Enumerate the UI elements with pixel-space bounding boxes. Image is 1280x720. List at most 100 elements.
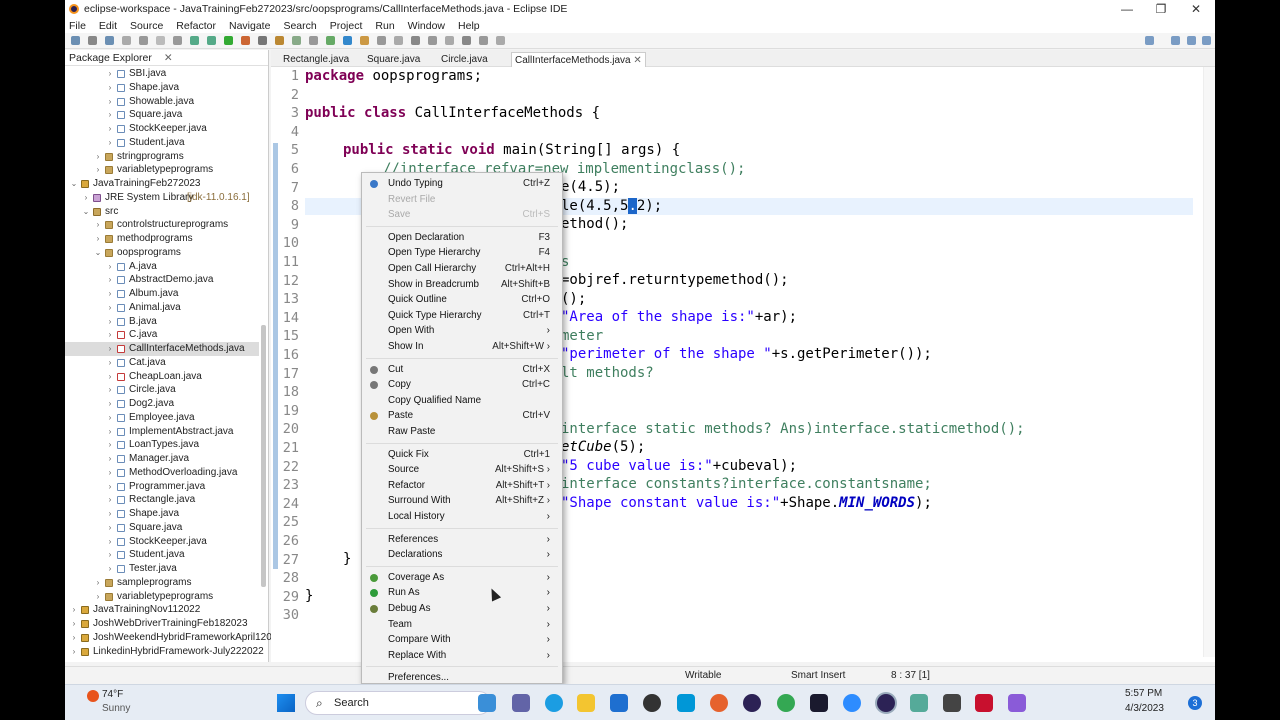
tree-item[interactable]: › Manager.java: [65, 452, 259, 466]
toolbar-button[interactable]: [224, 36, 233, 45]
toolbar-button[interactable]: [88, 36, 97, 45]
toolbar-button[interactable]: [292, 36, 301, 45]
clock-date[interactable]: 4/3/2023: [1125, 703, 1164, 714]
chevron-right-icon[interactable]: ›: [105, 452, 115, 466]
teams-icon[interactable]: [512, 694, 530, 712]
toolbar-button[interactable]: [122, 36, 131, 45]
toolbar-button[interactable]: [190, 36, 199, 45]
context-menu-item[interactable]: Copy Qualified Name: [362, 393, 562, 409]
toolbar-button[interactable]: [462, 36, 471, 45]
windows-start-icon[interactable]: [277, 694, 295, 712]
close-tab-icon[interactable]: ✕: [631, 55, 641, 66]
chevron-right-icon[interactable]: ›: [105, 67, 115, 81]
chevron-right-icon[interactable]: ›: [93, 232, 103, 246]
chevron-right-icon[interactable]: ›: [105, 562, 115, 576]
tree-item[interactable]: › Square.java: [65, 521, 259, 535]
tree-item[interactable]: › Square.java: [65, 108, 259, 122]
context-menu-item[interactable]: Quick Outline Ctrl+O: [362, 292, 562, 308]
eclipse-active-icon[interactable]: [877, 694, 895, 712]
chevron-right-icon[interactable]: ›: [105, 122, 115, 136]
menu-run[interactable]: Run: [375, 20, 394, 32]
toolbar-button[interactable]: [343, 36, 352, 45]
chevron-right-icon[interactable]: ›: [93, 150, 103, 164]
tree-item[interactable]: › JoshWeekendHybridFrameworkApril12023: [65, 631, 283, 645]
tree-item[interactable]: › LoanTypes.java: [65, 438, 259, 452]
context-menu-item[interactable]: Show In Alt+Shift+W ›: [362, 339, 562, 355]
chevron-down-icon[interactable]: ⌄: [93, 246, 103, 260]
chevron-right-icon[interactable]: ›: [69, 645, 79, 659]
firefox-icon[interactable]: [710, 694, 728, 712]
context-menu-item[interactable]: Refactor Alt+Shift+T ›: [362, 478, 562, 494]
toolbar-button[interactable]: [326, 36, 335, 45]
chevron-right-icon[interactable]: ›: [105, 480, 115, 494]
chevron-right-icon[interactable]: ›: [105, 287, 115, 301]
chevron-right-icon[interactable]: ›: [69, 631, 79, 645]
tree-item[interactable]: › Animal.java: [65, 301, 259, 315]
chevron-right-icon[interactable]: ›: [105, 507, 115, 521]
context-menu-item[interactable]: Cut Ctrl+X: [362, 362, 562, 378]
toolbar-button[interactable]: [445, 36, 454, 45]
chevron-right-icon[interactable]: ›: [105, 81, 115, 95]
context-menu-item[interactable]: Quick Type Hierarchy Ctrl+T: [362, 308, 562, 324]
context-menu-item[interactable]: Debug As ›: [362, 601, 562, 617]
store-icon[interactable]: [610, 694, 628, 712]
notification-badge[interactable]: 3: [1188, 696, 1202, 710]
tree-item[interactable]: › Shape.java: [65, 81, 259, 95]
context-menu-item[interactable]: Source Alt+Shift+S ›: [362, 462, 562, 478]
context-menu-item[interactable]: Open Declaration F3: [362, 230, 562, 246]
tree-item[interactable]: › Cat.java: [65, 356, 259, 370]
tree-item[interactable]: › variabletypeprograms: [65, 590, 259, 604]
tree-item[interactable]: › LinkedinHybridFramework-July222022: [65, 645, 264, 659]
chevron-right-icon[interactable]: ›: [105, 108, 115, 122]
dell-icon[interactable]: [643, 694, 661, 712]
context-menu-item[interactable]: Show in Breadcrumb Alt+Shift+B: [362, 277, 562, 293]
context-menu-item[interactable]: Surround With Alt+Shift+Z ›: [362, 493, 562, 509]
tree-item[interactable]: › methodprograms: [65, 232, 259, 246]
chevron-right-icon[interactable]: ›: [105, 521, 115, 535]
menu-help[interactable]: Help: [458, 20, 480, 32]
tree-item[interactable]: › CheapLoan.java: [65, 370, 259, 384]
toolbar-button[interactable]: [139, 36, 148, 45]
menu-navigate[interactable]: Navigate: [229, 20, 270, 32]
context-menu-item[interactable]: References ›: [362, 532, 562, 548]
chevron-right-icon[interactable]: ›: [105, 260, 115, 274]
tree-item[interactable]: › ImplementAbstract.java: [65, 425, 259, 439]
menu-project[interactable]: Project: [330, 20, 363, 32]
tree-item[interactable]: › Student.java: [65, 548, 259, 562]
context-menu-item[interactable]: Team ›: [362, 617, 562, 633]
chevron-right-icon[interactable]: ›: [105, 535, 115, 549]
editor-tab[interactable]: Rectangle.java: [283, 52, 349, 67]
menu-refactor[interactable]: Refactor: [176, 20, 216, 32]
toolbar-button[interactable]: [360, 36, 369, 45]
tree-item[interactable]: › C.java: [65, 328, 259, 342]
tree-item[interactable]: › Dog2.java: [65, 397, 259, 411]
tree-item[interactable]: › JoshWebDriverTrainingFeb182023: [65, 617, 259, 631]
tree-item[interactable]: ⌄ oopsprograms: [65, 246, 259, 260]
app-icon[interactable]: [677, 694, 695, 712]
maximize-button[interactable]: ❐: [1144, 0, 1178, 18]
toolbar-button[interactable]: [173, 36, 182, 45]
tree-item[interactable]: › B.java: [65, 315, 259, 329]
toolbar-button[interactable]: [275, 36, 284, 45]
package-explorer-title[interactable]: Package Explorer: [69, 52, 152, 64]
chevron-right-icon[interactable]: ›: [69, 603, 79, 617]
tree-item[interactable]: › Programmer.java: [65, 480, 259, 494]
chevron-right-icon[interactable]: ›: [93, 576, 103, 590]
java-perspective-icon[interactable]: [1187, 36, 1196, 45]
tree-item[interactable]: › StockKeeper.java: [65, 122, 259, 136]
weather-desc[interactable]: Sunny: [102, 703, 130, 714]
tree-item[interactable]: › Shape.java: [65, 507, 259, 521]
task-view-icon[interactable]: [478, 694, 496, 712]
chevron-right-icon[interactable]: ›: [93, 590, 103, 604]
debug-perspective-icon[interactable]: [1202, 36, 1211, 45]
tree-item[interactable]: › JavaTrainingNov112022: [65, 603, 259, 617]
context-menu-item[interactable]: Copy Ctrl+C: [362, 377, 562, 393]
chrome-icon[interactable]: [777, 694, 795, 712]
tree-item[interactable]: › MethodOverloading.java: [65, 466, 259, 480]
app-icon[interactable]: [1008, 694, 1026, 712]
chevron-right-icon[interactable]: ›: [105, 136, 115, 150]
toolbar-button[interactable]: [428, 36, 437, 45]
chevron-right-icon[interactable]: ›: [81, 191, 91, 205]
app-icon[interactable]: [810, 694, 828, 712]
tree-item[interactable]: ⌄ JavaTrainingFeb272023: [65, 177, 259, 191]
